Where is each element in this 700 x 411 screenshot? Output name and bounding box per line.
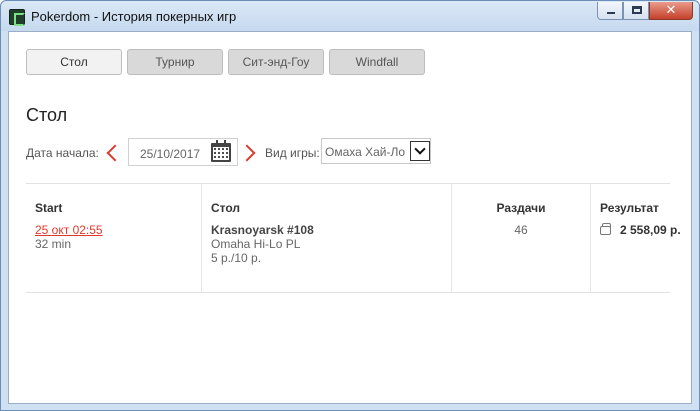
content-area: Стол Турнир Сит-энд-Гоу Windfall Стол Да… [8,31,692,404]
tab-tournament[interactable]: Турнир [127,49,223,75]
chevron-left-icon[interactable] [106,144,124,162]
column-header-table: Стол [211,201,241,215]
tab-windfall[interactable]: Windfall [329,49,425,75]
session-start-link[interactable]: 25 окт 02:55 [35,223,201,237]
table-column: Стол Krasnoyarsk #108 Omaha Hi-Lo PL 5 р… [202,184,452,292]
chevron-down-icon[interactable] [410,141,430,161]
game-type-select[interactable]: Омаха Хай-Ло [321,138,431,164]
column-header-result: Результат [600,201,659,215]
result-amount: 2 558,09 р. [620,223,681,237]
session-duration: 32 min [35,237,72,251]
start-date-label: Дата начала: [26,146,99,160]
maximize-icon [632,6,642,14]
filter-row: Дата начала: 25/10/2017 Вид игры: Омаха … [26,138,686,166]
pokerdom-logo-icon [9,9,25,26]
tab-table[interactable]: Стол [26,49,122,75]
app-window: Pokerdom - История покерных игр ✕ Стол Т… [0,0,700,411]
table-bottom-divider [26,292,670,293]
close-button[interactable]: ✕ [649,2,693,20]
game-type-tabs: Стол Турнир Сит-энд-Гоу Windfall [26,49,430,75]
window-title: Pokerdom - История покерных игр [31,9,237,24]
maximize-button[interactable] [623,2,649,20]
window-controls: ✕ [597,2,693,20]
game-type-label: Вид игры: [265,146,320,160]
section-title: Стол [26,105,68,125]
hands-count: 46 [514,223,528,237]
start-date-field[interactable]: 25/10/2017 [128,138,238,166]
minimize-icon [607,12,615,14]
start-column: Start 25 окт 02:55 32 min [26,184,202,292]
chevron-right-icon[interactable] [238,144,256,162]
column-header-hands: Раздачи [496,201,546,215]
tab-sit-and-go[interactable]: Сит-энд-Гоу [228,49,324,75]
result-value-row: 2 558,09 р. [600,222,686,237]
column-header-start: Start [35,201,63,215]
wallet-icon [600,222,611,235]
game-type-value: Омаха Хай-Ло [325,145,406,159]
title-bar[interactable]: Pokerdom - История покерных игр ✕ [1,1,699,31]
result-column: Результат 2 558,09 р. [591,184,686,292]
game-name: Omaha Hi-Lo PL [211,237,301,251]
start-date-value: 25/10/2017 [140,147,201,161]
stakes: 5 р./10 р. [211,251,262,265]
minimize-button[interactable] [597,2,623,20]
table-name: Krasnoyarsk #108 [211,223,314,237]
close-icon: ✕ [665,3,677,18]
calendar-icon[interactable] [211,140,231,162]
hands-column: Раздачи 46 [452,184,591,292]
